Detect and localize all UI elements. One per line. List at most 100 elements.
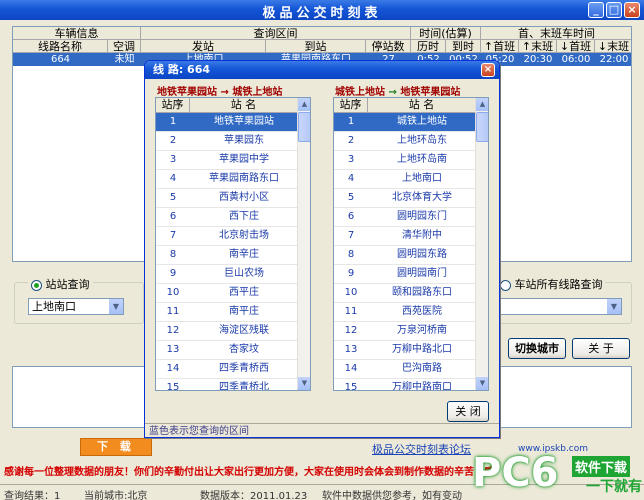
col-line-name[interactable]: 线路名称 bbox=[13, 40, 108, 53]
list-item[interactable]: 5 西黄村小区 bbox=[156, 189, 298, 208]
col-seq[interactable]: 站序 bbox=[334, 98, 368, 113]
col-stops[interactable]: 停站数 bbox=[366, 40, 411, 53]
list-item[interactable]: 12 万泉河桥南 bbox=[334, 322, 476, 341]
station-seq: 10 bbox=[344, 287, 358, 298]
station-name: 清华附中 bbox=[402, 230, 442, 241]
station-seq: 2 bbox=[347, 135, 355, 146]
col-to-station[interactable]: 到站 bbox=[266, 40, 366, 53]
scroll-down-icon[interactable]: ▼ bbox=[298, 377, 310, 390]
list-item[interactable]: 8 南辛庄 bbox=[156, 246, 298, 265]
about-button[interactable]: 关 于 bbox=[572, 338, 630, 359]
scroll-thumb[interactable] bbox=[298, 112, 310, 142]
list-item[interactable]: 6 圆明园东门 bbox=[334, 208, 476, 227]
station-name: 万柳中路北口 bbox=[392, 344, 452, 355]
download-button[interactable]: 下 载 bbox=[80, 438, 152, 456]
group-header-time: 时间(估算) bbox=[411, 27, 481, 40]
list-item[interactable]: 9 圆明园南门 bbox=[334, 265, 476, 284]
station-name: 海淀区残联 bbox=[219, 325, 269, 336]
col-up-last[interactable]: ↑末班 bbox=[519, 40, 557, 53]
list-item[interactable]: 13 万柳中路北口 bbox=[334, 341, 476, 360]
col-station-name[interactable]: 站 名 bbox=[190, 98, 298, 113]
pc6-logo: PC6 bbox=[472, 450, 559, 496]
station-seq: 11 bbox=[344, 306, 358, 317]
col-seq[interactable]: 站序 bbox=[156, 98, 190, 113]
station-select[interactable]: 上地南口 ▼ bbox=[28, 298, 124, 315]
list-item[interactable]: 13 杏家坟 bbox=[156, 341, 298, 360]
list-item[interactable]: 14 巴沟南路 bbox=[334, 360, 476, 379]
switch-city-button[interactable]: 切换城市 bbox=[508, 338, 566, 359]
scroll-thumb[interactable] bbox=[476, 112, 488, 142]
outbound-station-list[interactable]: 站序 站 名 1 地铁苹果园站 2 苹果园东 3 苹果园中学 4 苹果园南路东口 5 西黄村小区 6… bbox=[155, 97, 311, 391]
all-lines-radio[interactable] bbox=[500, 279, 511, 291]
list-item[interactable]: 1 地铁苹果园站 bbox=[156, 113, 298, 132]
col-from-station[interactable]: 发站 bbox=[141, 40, 266, 53]
station-query-option[interactable]: 站站查询 bbox=[28, 276, 93, 292]
station-seq: 2 bbox=[169, 135, 177, 146]
cell-down-first: 06:00 bbox=[561, 54, 591, 65]
list-item[interactable]: 3 上地环岛南 bbox=[334, 151, 476, 170]
list-item[interactable]: 2 苹果园东 bbox=[156, 132, 298, 151]
chevron-down-icon[interactable]: ▼ bbox=[108, 299, 123, 314]
station-seq: 9 bbox=[169, 268, 177, 279]
station-seq: 11 bbox=[166, 306, 180, 317]
return-station-list[interactable]: 站序 站 名 1 城铁上地站 2 上地环岛东 3 上地环岛南 4 上地南口 5 北京体育大学 6 圆明… bbox=[333, 97, 489, 391]
minimize-button[interactable]: _ bbox=[588, 2, 604, 18]
col-aircon[interactable]: 空调 bbox=[108, 40, 141, 53]
window-title: 极品公交时刻表 bbox=[262, 6, 382, 21]
station-seq: 6 bbox=[169, 211, 177, 222]
col-down-first[interactable]: ↓首班 bbox=[557, 40, 595, 53]
dialog-close-icon[interactable]: × bbox=[481, 63, 495, 77]
station-seq: 12 bbox=[166, 325, 180, 336]
list-item[interactable]: 1 城铁上地站 bbox=[334, 113, 476, 132]
scrollbar[interactable]: ▲ ▼ bbox=[475, 98, 488, 390]
station-seq: 3 bbox=[169, 154, 177, 165]
scroll-up-icon[interactable]: ▲ bbox=[476, 98, 488, 111]
list-item[interactable]: 7 清华附中 bbox=[334, 227, 476, 246]
dialog-status: 蓝色表示您查询的区间 bbox=[145, 423, 499, 437]
list-item[interactable]: 10 西平庄 bbox=[156, 284, 298, 303]
list-item[interactable]: 4 苹果园南路东口 bbox=[156, 170, 298, 189]
list-item[interactable]: 10 颐和园路东口 bbox=[334, 284, 476, 303]
scrollbar[interactable]: ▲ ▼ bbox=[297, 98, 310, 390]
station-seq: 4 bbox=[169, 173, 177, 184]
list-item[interactable]: 14 四季青桥西 bbox=[156, 360, 298, 379]
title-bar: 极品公交时刻表 _ □ × bbox=[0, 0, 644, 21]
scroll-up-icon[interactable]: ▲ bbox=[298, 98, 310, 111]
group-header-range: 查询区间 bbox=[141, 27, 411, 40]
all-lines-option[interactable]: 车站所有线路查询 bbox=[498, 276, 605, 292]
station-name: 杏家坟 bbox=[229, 344, 259, 355]
forum-link[interactable]: 极品公交时刻表论坛 bbox=[372, 441, 471, 457]
list-item[interactable]: 15 四季青桥北 bbox=[156, 379, 298, 390]
col-up-first[interactable]: ↑首班 bbox=[481, 40, 519, 53]
list-item[interactable]: 11 西苑医院 bbox=[334, 303, 476, 322]
chevron-down-icon[interactable]: ▼ bbox=[606, 299, 621, 314]
scroll-down-icon[interactable]: ▼ bbox=[476, 377, 488, 390]
list-item[interactable]: 8 圆明园东路 bbox=[334, 246, 476, 265]
col-down-last[interactable]: ↓末班 bbox=[595, 40, 631, 53]
station-name: 上地环岛南 bbox=[397, 154, 447, 165]
col-arrival[interactable]: 到时 bbox=[446, 40, 481, 53]
status-result: 查询结果：1 bbox=[4, 491, 61, 500]
station-seq: 9 bbox=[347, 268, 355, 279]
col-duration[interactable]: 历时 bbox=[411, 40, 446, 53]
close-button[interactable]: × bbox=[624, 2, 640, 18]
list-item[interactable]: 5 北京体育大学 bbox=[334, 189, 476, 208]
dialog-close-button[interactable]: 关 闭 bbox=[447, 401, 489, 422]
list-item[interactable]: 6 西下庄 bbox=[156, 208, 298, 227]
all-lines-select[interactable]: ▼ bbox=[500, 298, 622, 315]
station-name: 南平庄 bbox=[229, 306, 259, 317]
maximize-button[interactable]: □ bbox=[606, 2, 622, 18]
list-item[interactable]: 4 上地南口 bbox=[334, 170, 476, 189]
list-item[interactable]: 11 南平庄 bbox=[156, 303, 298, 322]
list-item[interactable]: 3 苹果园中学 bbox=[156, 151, 298, 170]
station-name: 圆明园南门 bbox=[397, 268, 447, 279]
station-seq: 5 bbox=[347, 192, 355, 203]
list-item[interactable]: 12 海淀区残联 bbox=[156, 322, 298, 341]
list-item[interactable]: 7 北京射击场 bbox=[156, 227, 298, 246]
list-item[interactable]: 9 巨山农场 bbox=[156, 265, 298, 284]
cell-aircon: 未知 bbox=[114, 54, 135, 65]
list-item[interactable]: 15 万柳中路南口 bbox=[334, 379, 476, 390]
col-station-name[interactable]: 站 名 bbox=[368, 98, 476, 113]
station-query-radio[interactable] bbox=[31, 279, 42, 291]
list-item[interactable]: 2 上地环岛东 bbox=[334, 132, 476, 151]
